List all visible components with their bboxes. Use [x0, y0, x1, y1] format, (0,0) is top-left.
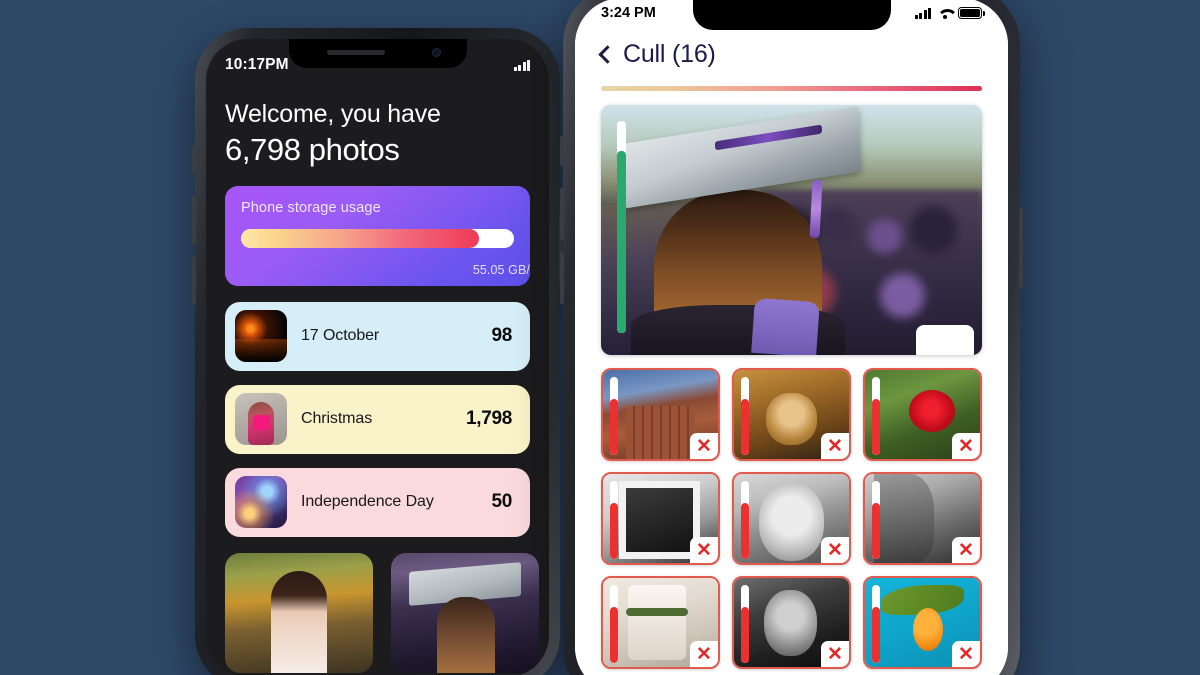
tile-quality-slider[interactable]: [872, 481, 880, 559]
welcome-heading: Welcome, you have 6,798 photos: [225, 99, 530, 168]
tile-quality-slider[interactable]: [741, 377, 749, 455]
storage-value-text: 55.05 GB/: [472, 262, 530, 277]
tile-quality-slider[interactable]: [610, 481, 618, 559]
tile-quality-slider[interactable]: [610, 585, 618, 663]
event-list: 17 October 98 Christmas 1,798 Independen…: [225, 301, 530, 537]
storage-progress-fill: [241, 228, 479, 248]
hero-sash: [751, 297, 820, 355]
smiling-woman-photo[interactable]: ✕: [732, 472, 851, 565]
right-phone-mockup: 3:24 PM Cull (16) ✕ ✕ ✕ ✕ ✕ ✕ ✕ ✕ ✕: [560, 0, 1023, 675]
signal-bars-icon: [513, 59, 530, 71]
tile-quality-slider[interactable]: [741, 585, 749, 663]
tile-slider-fill: [741, 606, 749, 663]
woman-portrait-photo[interactable]: [225, 552, 373, 673]
back-chevron-icon[interactable]: [598, 45, 617, 64]
event-name: Independence Day: [301, 493, 434, 511]
hero-quality-slider[interactable]: [617, 121, 626, 333]
battery-icon: [958, 7, 985, 19]
church-photo[interactable]: ✕: [601, 368, 720, 461]
cull-screen: 3:24 PM Cull (16) ✕ ✕ ✕ ✕ ✕ ✕ ✕ ✕ ✕: [575, 0, 1008, 675]
red-rose-photo[interactable]: ✕: [863, 368, 982, 461]
welcome-line-1: Welcome, you have: [225, 100, 441, 128]
tile-slider-fill: [610, 502, 618, 559]
storage-progress-track: [241, 228, 514, 248]
storage-label: Phone storage usage: [241, 199, 381, 216]
fireworks-thumbnail: [235, 476, 287, 529]
graduation-cap-photo[interactable]: [601, 105, 982, 355]
delete-photo-button[interactable]: ✕: [952, 641, 980, 667]
event-count: 98: [491, 325, 512, 347]
front-camera-icon: [431, 48, 441, 57]
wedding-cake-photo[interactable]: ✕: [601, 576, 720, 669]
tile-slider-fill: [741, 502, 749, 559]
lion-photo[interactable]: ✕: [732, 368, 851, 461]
tile-quality-slider[interactable]: [872, 377, 880, 455]
event-name: 17 October: [301, 327, 380, 345]
delete-photo-button[interactable]: ✕: [821, 641, 849, 667]
page-title: Cull (16): [623, 39, 716, 68]
delete-photo-button[interactable]: ✕: [690, 433, 718, 459]
delete-photo-button[interactable]: ✕: [952, 433, 980, 459]
photos-home-screen: 10:17PM Welcome, you have 6,798 photos P…: [206, 39, 549, 675]
delete-photo-button[interactable]: ✕: [821, 433, 849, 459]
photo-card-row: [225, 552, 539, 673]
storage-usage-card[interactable]: Phone storage usage 55.05 GB/: [225, 185, 530, 286]
cull-header: Cull (16): [575, 28, 1008, 80]
tile-slider-fill: [610, 606, 618, 663]
window-bw-photo[interactable]: ✕: [601, 472, 720, 565]
tile-slider-fill: [610, 398, 618, 455]
delete-photo-button[interactable]: ✕: [952, 537, 980, 563]
woman-bw-photo[interactable]: ✕: [732, 576, 851, 669]
list-item[interactable]: 17 October 98: [225, 301, 530, 371]
tile-slider-fill: [741, 398, 749, 455]
left-phone-notch: [288, 39, 467, 68]
right-phone-mute-switch[interactable]: [560, 136, 564, 166]
tile-quality-slider[interactable]: [610, 377, 618, 455]
right-phone-power-button[interactable]: [1019, 208, 1023, 288]
status-time: 3:24 PM: [601, 5, 656, 21]
wifi-icon: [937, 8, 952, 19]
status-time: 10:17PM: [225, 56, 289, 73]
cull-thumbnail-grid: ✕ ✕ ✕ ✕ ✕ ✕ ✕ ✕ ✕: [601, 368, 982, 675]
tile-slider-fill: [872, 502, 880, 559]
event-count: 1,798: [465, 408, 512, 430]
list-item[interactable]: Independence Day 50: [225, 467, 530, 537]
tile-quality-slider[interactable]: [872, 585, 880, 663]
delete-photo-button[interactable]: ✕: [690, 537, 718, 563]
left-phone-volume-down-button[interactable]: [192, 256, 196, 304]
left-phone-mockup: 10:17PM Welcome, you have 6,798 photos P…: [192, 28, 563, 675]
graduation-photo[interactable]: [391, 552, 539, 673]
list-item[interactable]: Christmas 1,798: [225, 384, 530, 454]
kumquat-photo[interactable]: ✕: [863, 576, 982, 669]
right-phone-volume-down-button[interactable]: [560, 252, 564, 304]
hair-face-bw-photo[interactable]: ✕: [863, 472, 982, 565]
tile-slider-fill: [872, 398, 880, 455]
hero-corner-cutout: [916, 325, 974, 355]
woman-with-cup-thumbnail: [235, 393, 287, 446]
tile-quality-slider[interactable]: [741, 481, 749, 559]
tile-slider-fill: [872, 606, 880, 663]
signal-bars-icon: [914, 7, 931, 19]
earpiece-speaker-icon: [326, 50, 385, 55]
left-phone-screen: 10:17PM Welcome, you have 6,798 photos P…: [206, 39, 549, 675]
status-icons: [914, 7, 985, 19]
left-phone-mute-switch[interactable]: [192, 146, 196, 174]
right-phone-notch: [692, 0, 891, 30]
event-name: Christmas: [301, 410, 373, 428]
right-phone-volume-up-button[interactable]: [560, 188, 564, 240]
hero-slider-fill: [617, 150, 626, 333]
cull-progress-bar: [601, 86, 982, 91]
right-phone-screen: 3:24 PM Cull (16) ✕ ✕ ✕ ✕ ✕ ✕ ✕ ✕ ✕: [575, 0, 1008, 675]
welcome-line-2: 6,798 photos: [225, 131, 400, 167]
event-count: 50: [491, 491, 512, 513]
halloween-pumpkins-thumbnail: [235, 310, 287, 363]
left-phone-volume-up-button[interactable]: [192, 196, 196, 244]
delete-photo-button[interactable]: ✕: [690, 641, 718, 667]
delete-photo-button[interactable]: ✕: [821, 537, 849, 563]
